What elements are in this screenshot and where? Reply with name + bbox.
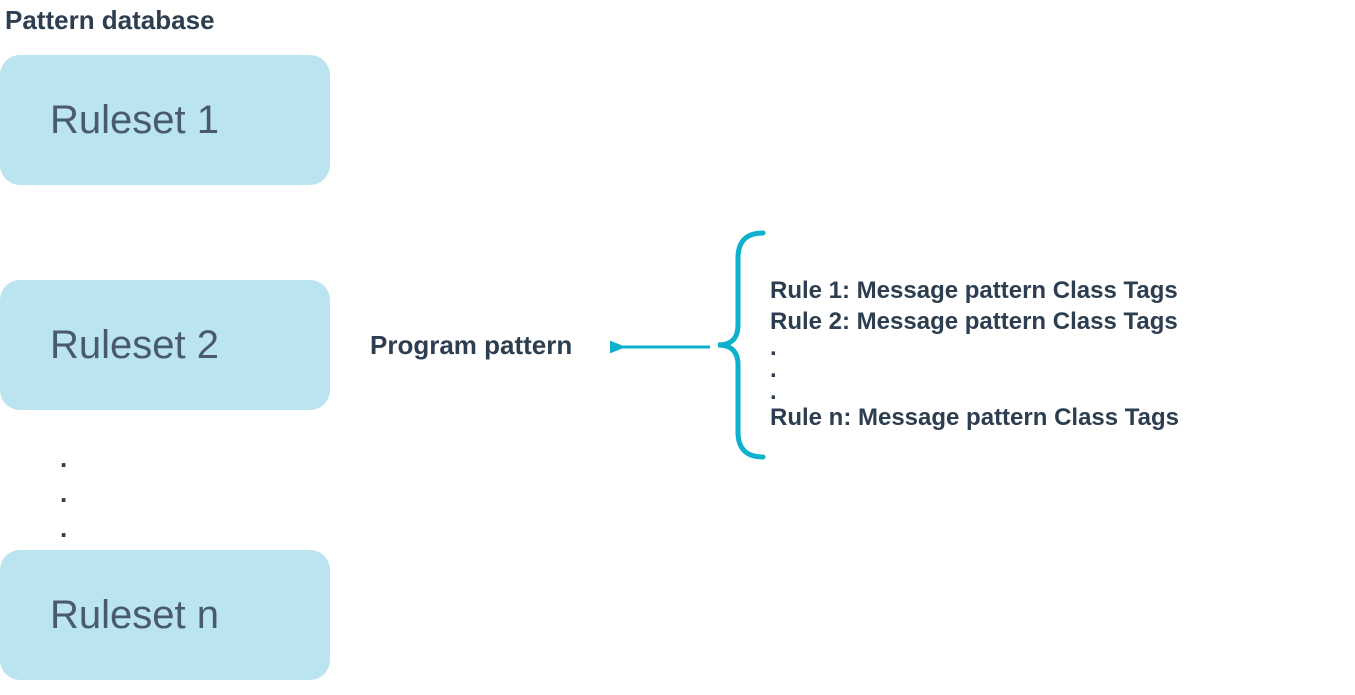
ruleset-label: Ruleset n [50,593,219,638]
vertical-ellipsis-dot: . [60,440,67,476]
vertical-ellipsis-dot: . [770,359,1179,381]
ruleset-box-2: Ruleset 2 [0,280,330,410]
rule-line-2: Rule 2: Message pattern Class Tags [770,306,1179,337]
vertical-ellipsis-dot: . [770,381,1179,403]
ruleset-box-1: Ruleset 1 [0,55,330,185]
diagram-title: Pattern database [5,5,215,36]
vertical-ellipsis-dot: . [60,475,67,511]
program-pattern-label: Program pattern [370,330,572,361]
ruleset-label: Ruleset 1 [50,98,219,143]
ruleset-box-n: Ruleset n [0,550,330,680]
vertical-ellipsis-dot: . [770,337,1179,359]
rules-block: Rule 1: Message pattern Class Tags Rule … [770,275,1179,433]
rule-line-1: Rule 1: Message pattern Class Tags [770,275,1179,306]
bracket-icon [708,225,768,465]
arrow-icon [610,332,720,362]
ruleset-label: Ruleset 2 [50,323,219,368]
vertical-ellipsis-dot: . [60,510,67,546]
rule-line-n: Rule n: Message pattern Class Tags [770,402,1179,433]
